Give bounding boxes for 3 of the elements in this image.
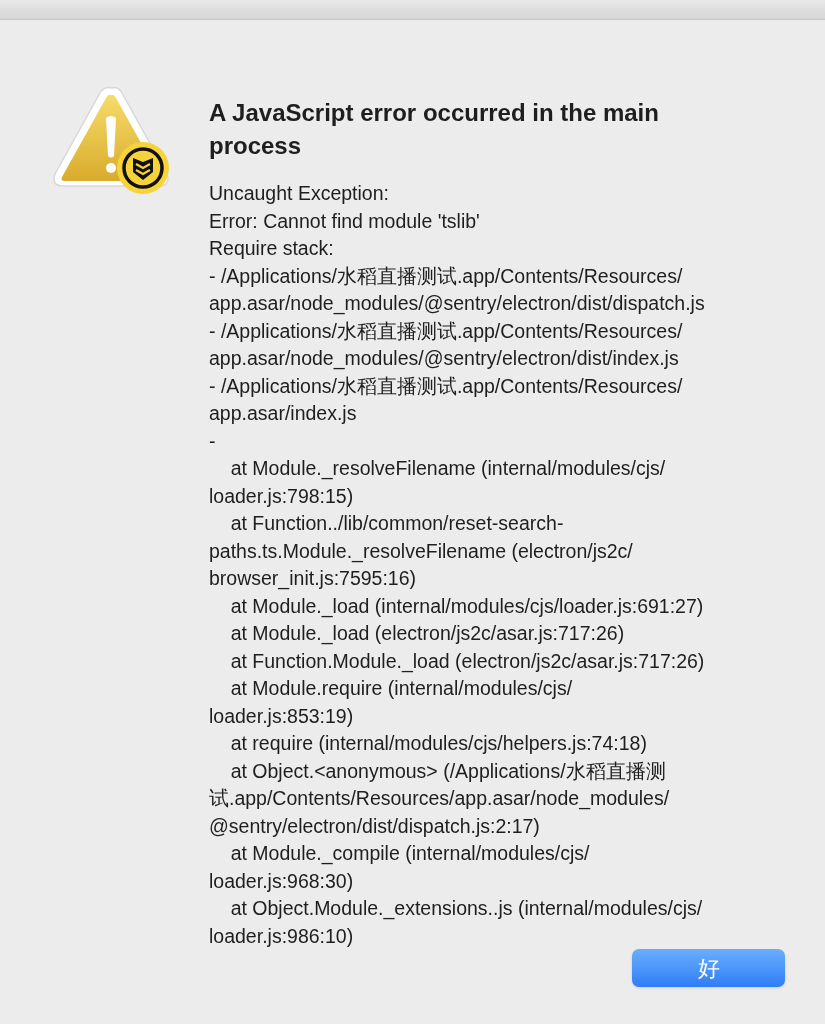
dialog-title: A JavaScript error occurred in the main process	[209, 98, 660, 161]
ok-button[interactable]: 好	[632, 949, 785, 987]
error-message: Uncaught Exception: Error: Cannot find module 'tslib' Require stack: - /Applications/水稻直播测试.app/Contents/Resources/ app.asar/node_modules/@sentry/electron/dist/dispatch.js - /Applications/水稻直播测试.app/Contents/Resources/ app.asar/node_modules/@sentry/electron/dist/index.js - /Applications/水稻直播测试.app/Contents/Resources/ app.asar/index.js - at Module._resolveFilename (internal/modules/cjs/ loader.js:798:15) at Function../lib/common/reset-search- paths.ts.Module._resolveFilename (electron/js2c/ browser_init.js:7595:16) at Module._load (internal/modules/cjs/loader.js:691:27) at Module._load (electron/js2c/asar.js:717:26) at Function.Module._load (electron/js2c/asar.js:717:26) at Module.require (internal/modules/cjs/ loader.js:853:19) at require (internal/modules/cjs/helpers.js:74:18) at Object.<anonymous> (/Applications/水稻直播测 试.app/Contents/Resources/app.asar/node_modules/ @sentry/electron/dist/dispatch.js:2:17) at Module._compile (internal/modules/cjs/ loader.js:968:30) at Object.Module._extensions..js (internal/modules/cjs/ loader.js:986:10)	[209, 181, 706, 949]
